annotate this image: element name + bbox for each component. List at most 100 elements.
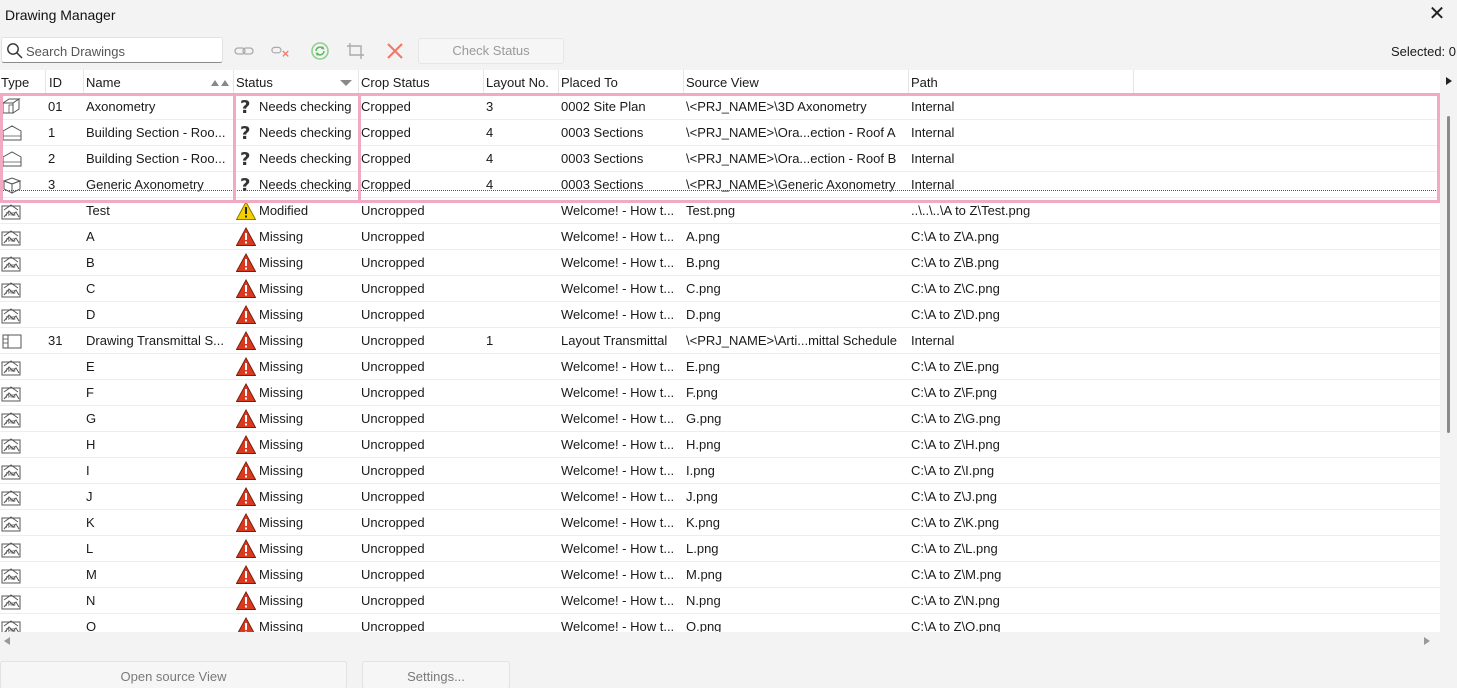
vertical-scrollbar[interactable] xyxy=(1440,70,1457,632)
id-cell xyxy=(48,354,82,380)
status-cell: ? Needs checking xyxy=(236,120,358,146)
status-text: Missing xyxy=(259,281,304,296)
status-cell: Missing xyxy=(236,250,358,276)
table-row[interactable]: IMG K Missing Uncropped Welcome! - How t... K… xyxy=(0,510,1440,536)
refresh-icon[interactable] xyxy=(310,41,330,61)
crop-status-cell: Cropped xyxy=(361,151,411,166)
column-header-source-view[interactable]: Source View xyxy=(684,70,909,94)
name-cell: M xyxy=(86,567,97,582)
name-cell: C xyxy=(86,281,96,296)
source-view-cell: E.png xyxy=(686,359,720,374)
status-text: Missing xyxy=(259,567,304,582)
status-cell: Missing xyxy=(236,562,358,588)
source-view-cell: \<PRJ_NAME>\Ora...ection - Roof B xyxy=(686,151,897,166)
name-cell: F xyxy=(86,385,94,400)
search-box[interactable] xyxy=(1,37,223,63)
layout-no-cell xyxy=(486,536,556,562)
type-cell: IMG xyxy=(0,458,46,484)
table-row[interactable]: 2 Building Section - Roo...? Needs checkin… xyxy=(0,146,1440,172)
table-row[interactable]: IMG L Missing Uncropped Welcome! - How t... L… xyxy=(0,536,1440,562)
crop-icon[interactable] xyxy=(346,41,366,61)
svg-text:IMG: IMG xyxy=(6,472,16,478)
table-row[interactable]: IMG C Missing Uncropped Welcome! - How t... C… xyxy=(0,276,1440,302)
scroll-right-arrow-icon[interactable] xyxy=(1444,76,1454,86)
table-row[interactable]: IMG E Missing Uncropped Welcome! - How t... E… xyxy=(0,354,1440,380)
column-label: Crop Status xyxy=(361,75,430,90)
footer: Open source View Settings... xyxy=(0,661,1457,688)
scroll-right-arrow-icon[interactable] xyxy=(1422,636,1432,646)
status-text: Needs checking xyxy=(259,151,352,166)
scroll-left-arrow-icon[interactable] xyxy=(2,636,12,646)
table-row[interactable]: IMG J Missing Uncropped Welcome! - How t... J… xyxy=(0,484,1440,510)
table-row[interactable]: IMG N Missing Uncropped Welcome! - How t... N… xyxy=(0,588,1440,614)
unlink-icon[interactable] xyxy=(271,41,291,61)
crop-status-cell: Cropped xyxy=(361,125,411,140)
status-cell: Missing xyxy=(236,380,358,406)
table-row[interactable]: IMG Test Modified Uncropped Welcome! - How t… xyxy=(0,198,1440,224)
path-cell: C:\A to Z\M.png xyxy=(911,567,1002,582)
name-cell: B xyxy=(86,255,95,270)
table-row[interactable]: 1 Building Section - Roo...? Needs checkin… xyxy=(0,120,1440,146)
column-header-type[interactable]: Type xyxy=(0,70,46,94)
type-cell: IMG xyxy=(0,224,46,250)
status-text: Missing xyxy=(259,385,304,400)
column-header-layout-no[interactable]: Layout No. xyxy=(484,70,559,94)
open-source-view-button[interactable]: Open source View xyxy=(0,661,347,688)
vertical-scroll-thumb[interactable] xyxy=(1447,116,1450,433)
search-input[interactable] xyxy=(26,41,216,61)
status-cell: Missing xyxy=(236,406,358,432)
crop-status-cell: Uncropped xyxy=(361,385,425,400)
window-title: Drawing Manager xyxy=(5,7,116,23)
table-row[interactable]: 01 Axonometry? Needs checking Cropped 3 0002 … xyxy=(0,94,1440,120)
placed-to-cell: 0002 Site Plan xyxy=(561,99,646,114)
delete-icon[interactable] xyxy=(385,41,405,61)
svg-text:IMG: IMG xyxy=(6,316,16,322)
source-view-cell: L.png xyxy=(686,541,719,556)
column-header-id[interactable]: ID xyxy=(46,70,84,94)
table-row[interactable]: IMG F Missing Uncropped Welcome! - How t... F… xyxy=(0,380,1440,406)
svg-text:IMG: IMG xyxy=(6,524,16,530)
settings-button[interactable]: Settings... xyxy=(362,661,510,688)
layout-no-cell xyxy=(486,380,556,406)
status-text: Needs checking xyxy=(259,125,352,140)
layout-no-cell xyxy=(486,562,556,588)
layout-no-cell xyxy=(486,510,556,536)
table-row[interactable]: 3 Generic Axonometry ? Needs checking Croppe… xyxy=(0,172,1440,198)
column-header-path[interactable]: Path xyxy=(909,70,1134,94)
name-cell: Drawing Transmittal S... xyxy=(86,333,224,348)
id-cell: 31 xyxy=(48,333,63,348)
column-header-crop-status[interactable]: Crop Status xyxy=(359,70,484,94)
table-row[interactable]: IMG M Missing Uncropped Welcome! - How t... M… xyxy=(0,562,1440,588)
type-cell xyxy=(0,94,46,120)
crop-status-cell: Cropped xyxy=(361,177,411,192)
path-cell: C:\A to Z\H.png xyxy=(911,437,1000,452)
filter-dropdown-icon[interactable] xyxy=(340,79,352,87)
crop-status-cell: Cropped xyxy=(361,99,411,114)
placed-to-cell: Welcome! - How t... xyxy=(561,593,675,608)
table-row[interactable]: IMG I Missing Uncropped Welcome! - How t... I… xyxy=(0,458,1440,484)
svg-text:?: ? xyxy=(240,123,250,143)
source-view-cell: B.png xyxy=(686,255,720,270)
crop-status-cell: Uncropped xyxy=(361,333,425,348)
column-header-name[interactable]: Name xyxy=(84,70,234,94)
table-row[interactable]: IMG B Missing Uncropped Welcome! - How t... B… xyxy=(0,250,1440,276)
table-row[interactable]: IMG H Missing Uncropped Welcome! - How t... H… xyxy=(0,432,1440,458)
check-status-button[interactable]: Check Status xyxy=(418,38,564,64)
column-header-placed-to[interactable]: Placed To xyxy=(559,70,684,94)
placed-to-cell: Welcome! - How t... xyxy=(561,463,675,478)
close-icon[interactable]: ✕ xyxy=(1427,4,1447,24)
crop-status-cell: Uncropped xyxy=(361,515,425,530)
source-view-cell: N.png xyxy=(686,593,721,608)
id-cell xyxy=(48,614,82,632)
layout-no-cell xyxy=(486,484,556,510)
link-icon[interactable] xyxy=(234,41,254,61)
table-row[interactable]: IMG A Missing Uncropped Welcome! - How t... A… xyxy=(0,224,1440,250)
table-row[interactable]: IMG D Missing Uncropped Welcome! - How t... D… xyxy=(0,302,1440,328)
horizontal-scrollbar[interactable] xyxy=(0,632,1440,650)
table-row[interactable]: IMG G Missing Uncropped Welcome! - How t... G… xyxy=(0,406,1440,432)
table-row[interactable]: 31 Drawing Transmittal S... Missing Uncropp… xyxy=(0,328,1440,354)
type-cell: IMG xyxy=(0,354,46,380)
crop-status-cell: Uncropped xyxy=(361,229,425,244)
column-header-status[interactable]: Status xyxy=(234,70,359,94)
table-row[interactable]: IMG O Missing Uncropped Welcome! - How t... O… xyxy=(0,614,1440,632)
